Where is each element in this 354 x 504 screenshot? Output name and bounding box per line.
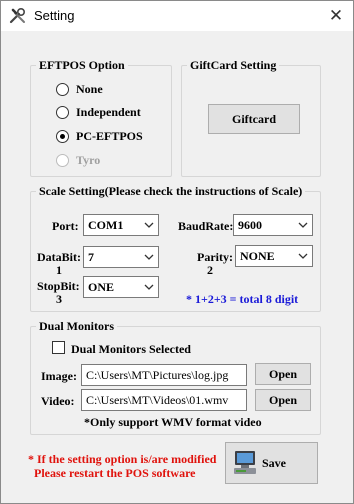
restart-warning-line2: Please restart the POS software [34, 466, 196, 480]
databit-number: 1 [56, 263, 62, 277]
stopbit-number: 3 [56, 292, 62, 306]
video-label: Video: [41, 394, 75, 408]
radio-indicator [56, 154, 69, 167]
close-icon: ✕ [328, 6, 344, 25]
computer-save-icon [234, 451, 256, 474]
baudrate-label: BaudRate: [178, 219, 234, 233]
image-label: Image: [41, 369, 77, 383]
parity-number: 2 [207, 263, 213, 277]
databit-select[interactable]: 7 [83, 246, 159, 268]
baudrate-value: 9600 [238, 218, 262, 232]
radio-indicator [56, 83, 69, 96]
radio-indicator-selected [56, 130, 69, 143]
stopbit-value: ONE [88, 280, 115, 294]
giftcard-button[interactable]: Giftcard [208, 104, 300, 134]
video-open-button[interactable]: Open [255, 389, 311, 411]
open-button-label: Open [268, 367, 297, 381]
radio-indicator [56, 106, 69, 119]
digit-note: * 1+2+3 = total 8 digit [186, 292, 299, 306]
databit-value: 7 [88, 250, 94, 264]
dual-monitors-legend: Dual Monitors [39, 319, 114, 333]
window-title: Setting [34, 8, 75, 23]
close-button[interactable]: ✕ [325, 5, 347, 27]
chevron-down-icon [144, 222, 154, 228]
giftcard-button-label: Giftcard [232, 112, 276, 126]
radio-label: Tyro [76, 153, 101, 167]
dual-monitors-checkbox-label: Dual Monitors Selected [71, 342, 191, 356]
restart-warning-line1: * If the setting option is/are modified [28, 452, 217, 466]
image-path-input[interactable]: C:\Users\MT\Pictures\log.jpg [81, 364, 247, 386]
video-format-note: *Only support WMV format video [84, 415, 262, 429]
baudrate-select[interactable]: 9600 [233, 214, 313, 236]
image-open-button[interactable]: Open [255, 363, 311, 385]
parity-label: Parity: [197, 250, 233, 264]
open-button-label: Open [268, 393, 297, 407]
radio-label: PC-EFTPOS [76, 129, 143, 143]
parity-select[interactable]: NONE [235, 245, 313, 267]
save-button[interactable]: Save [225, 442, 318, 484]
scale-legend: Scale Setting(Please check the instructi… [39, 184, 303, 198]
setting-window: Setting ✕ EFTPOS Option None Independent… [0, 0, 354, 504]
giftcard-legend: GiftCard Setting [190, 58, 277, 72]
radio-label: Independent [76, 105, 141, 119]
video-path-input[interactable]: C:\Users\MT\Videos\01.wmv [81, 389, 247, 411]
parity-value: NONE [240, 249, 275, 263]
save-button-label: Save [262, 456, 286, 470]
radio-label: None [76, 82, 103, 96]
chevron-down-icon [144, 284, 154, 290]
dual-monitors-checkbox[interactable] [52, 341, 65, 354]
port-value: COM1 [88, 218, 124, 232]
tools-icon [9, 8, 25, 24]
eftpos-legend: EFTPOS Option [39, 58, 125, 72]
port-select[interactable]: COM1 [83, 214, 159, 236]
title-bar: Setting ✕ [1, 1, 353, 31]
chevron-down-icon [144, 254, 154, 260]
stopbit-select[interactable]: ONE [83, 276, 159, 298]
port-label: Port: [52, 219, 79, 233]
chevron-down-icon [298, 222, 308, 228]
chevron-down-icon [298, 253, 308, 259]
